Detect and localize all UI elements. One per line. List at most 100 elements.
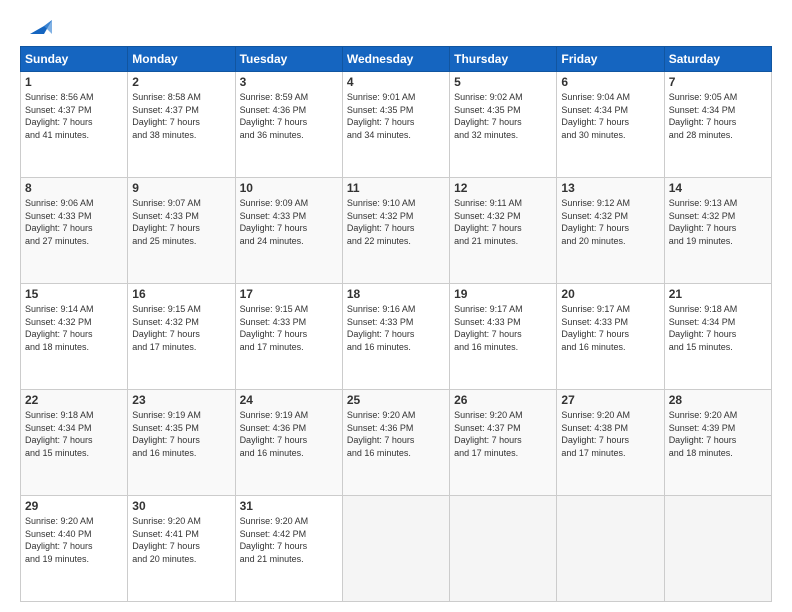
calendar-week-row: 1 Sunrise: 8:56 AM Sunset: 4:37 PM Daylig…	[21, 72, 772, 178]
day-number: 19	[454, 287, 552, 301]
calendar-week-row: 29 Sunrise: 9:20 AM Sunset: 4:40 PM Dayli…	[21, 496, 772, 602]
col-header-friday: Friday	[557, 47, 664, 72]
day-number: 15	[25, 287, 123, 301]
day-info: Sunrise: 9:18 AM Sunset: 4:34 PM Dayligh…	[669, 303, 767, 353]
calendar-cell: 27Sunrise: 9:20 AM Sunset: 4:38 PM Dayli…	[557, 390, 664, 496]
day-info: Sunrise: 9:19 AM Sunset: 4:35 PM Dayligh…	[132, 409, 230, 459]
day-number: 22	[25, 393, 123, 407]
calendar-cell: 11 Sunrise: 9:10 AM Sunset: 4:32 PM Dayli…	[342, 178, 449, 284]
day-number: 8	[25, 181, 123, 195]
day-number: 4	[347, 75, 445, 89]
calendar-cell: 22 Sunrise: 9:18 AM Sunset: 4:34 PM Dayli…	[21, 390, 128, 496]
day-number: 10	[240, 181, 338, 195]
day-info: Sunrise: 9:18 AM Sunset: 4:34 PM Dayligh…	[25, 409, 123, 459]
calendar-cell: 9 Sunrise: 9:07 AM Sunset: 4:33 PM Daylig…	[128, 178, 235, 284]
day-info: Sunrise: 8:59 AM Sunset: 4:36 PM Dayligh…	[240, 91, 338, 141]
day-number: 6	[561, 75, 659, 89]
day-info: Sunrise: 9:16 AM Sunset: 4:33 PM Dayligh…	[347, 303, 445, 353]
day-number: 9	[132, 181, 230, 195]
calendar-cell: 29 Sunrise: 9:20 AM Sunset: 4:40 PM Dayli…	[21, 496, 128, 602]
logo-icon	[22, 16, 52, 40]
calendar-cell: 23Sunrise: 9:19 AM Sunset: 4:35 PM Dayli…	[128, 390, 235, 496]
day-info: Sunrise: 9:19 AM Sunset: 4:36 PM Dayligh…	[240, 409, 338, 459]
day-number: 17	[240, 287, 338, 301]
day-info: Sunrise: 9:20 AM Sunset: 4:37 PM Dayligh…	[454, 409, 552, 459]
day-info: Sunrise: 9:13 AM Sunset: 4:32 PM Dayligh…	[669, 197, 767, 247]
calendar-week-row: 8Sunrise: 9:06 AM Sunset: 4:33 PM Daylig…	[21, 178, 772, 284]
day-info: Sunrise: 9:07 AM Sunset: 4:33 PM Dayligh…	[132, 197, 230, 247]
day-number: 7	[669, 75, 767, 89]
day-info: Sunrise: 9:14 AM Sunset: 4:32 PM Dayligh…	[25, 303, 123, 353]
day-info: Sunrise: 9:09 AM Sunset: 4:33 PM Dayligh…	[240, 197, 338, 247]
calendar-cell: 2 Sunrise: 8:58 AM Sunset: 4:37 PM Daylig…	[128, 72, 235, 178]
day-number: 2	[132, 75, 230, 89]
calendar-cell: 4Sunrise: 9:01 AM Sunset: 4:35 PM Daylig…	[342, 72, 449, 178]
calendar-cell: 1 Sunrise: 8:56 AM Sunset: 4:37 PM Daylig…	[21, 72, 128, 178]
calendar-cell: 6Sunrise: 9:04 AM Sunset: 4:34 PM Daylig…	[557, 72, 664, 178]
day-number: 29	[25, 499, 123, 513]
day-number: 13	[561, 181, 659, 195]
day-number: 31	[240, 499, 338, 513]
calendar-cell: 21 Sunrise: 9:18 AM Sunset: 4:34 PM Dayli…	[664, 284, 771, 390]
calendar-cell: 8Sunrise: 9:06 AM Sunset: 4:33 PM Daylig…	[21, 178, 128, 284]
calendar-cell: 20 Sunrise: 9:17 AM Sunset: 4:33 PM Dayli…	[557, 284, 664, 390]
calendar-cell	[450, 496, 557, 602]
day-number: 3	[240, 75, 338, 89]
calendar-cell: 28 Sunrise: 9:20 AM Sunset: 4:39 PM Dayli…	[664, 390, 771, 496]
day-info: Sunrise: 9:20 AM Sunset: 4:39 PM Dayligh…	[669, 409, 767, 459]
calendar-cell	[557, 496, 664, 602]
day-info: Sunrise: 9:20 AM Sunset: 4:36 PM Dayligh…	[347, 409, 445, 459]
col-header-monday: Monday	[128, 47, 235, 72]
page: SundayMondayTuesdayWednesdayThursdayFrid…	[0, 0, 792, 612]
calendar-cell: 16 Sunrise: 9:15 AM Sunset: 4:32 PM Dayli…	[128, 284, 235, 390]
calendar-table: SundayMondayTuesdayWednesdayThursdayFrid…	[20, 46, 772, 602]
day-number: 25	[347, 393, 445, 407]
calendar-body: 1 Sunrise: 8:56 AM Sunset: 4:37 PM Daylig…	[21, 72, 772, 602]
day-number: 12	[454, 181, 552, 195]
day-info: Sunrise: 9:20 AM Sunset: 4:40 PM Dayligh…	[25, 515, 123, 565]
day-number: 20	[561, 287, 659, 301]
day-info: Sunrise: 9:12 AM Sunset: 4:32 PM Dayligh…	[561, 197, 659, 247]
col-header-sunday: Sunday	[21, 47, 128, 72]
calendar-cell: 17 Sunrise: 9:15 AM Sunset: 4:33 PM Dayli…	[235, 284, 342, 390]
calendar-cell: 30Sunrise: 9:20 AM Sunset: 4:41 PM Dayli…	[128, 496, 235, 602]
col-header-thursday: Thursday	[450, 47, 557, 72]
day-info: Sunrise: 8:58 AM Sunset: 4:37 PM Dayligh…	[132, 91, 230, 141]
day-info: Sunrise: 9:20 AM Sunset: 4:42 PM Dayligh…	[240, 515, 338, 565]
calendar-cell: 10 Sunrise: 9:09 AM Sunset: 4:33 PM Dayli…	[235, 178, 342, 284]
calendar-cell	[664, 496, 771, 602]
calendar-cell	[342, 496, 449, 602]
calendar-cell: 24 Sunrise: 9:19 AM Sunset: 4:36 PM Dayli…	[235, 390, 342, 496]
calendar-cell: 18 Sunrise: 9:16 AM Sunset: 4:33 PM Dayli…	[342, 284, 449, 390]
calendar-cell: 15 Sunrise: 9:14 AM Sunset: 4:32 PM Dayli…	[21, 284, 128, 390]
calendar-cell: 13 Sunrise: 9:12 AM Sunset: 4:32 PM Dayli…	[557, 178, 664, 284]
day-info: Sunrise: 9:10 AM Sunset: 4:32 PM Dayligh…	[347, 197, 445, 247]
day-info: Sunrise: 9:15 AM Sunset: 4:33 PM Dayligh…	[240, 303, 338, 353]
calendar-cell: 26 Sunrise: 9:20 AM Sunset: 4:37 PM Dayli…	[450, 390, 557, 496]
day-number: 18	[347, 287, 445, 301]
day-info: Sunrise: 8:56 AM Sunset: 4:37 PM Dayligh…	[25, 91, 123, 141]
day-number: 28	[669, 393, 767, 407]
day-number: 14	[669, 181, 767, 195]
day-info: Sunrise: 9:17 AM Sunset: 4:33 PM Dayligh…	[561, 303, 659, 353]
calendar-cell: 25 Sunrise: 9:20 AM Sunset: 4:36 PM Dayli…	[342, 390, 449, 496]
calendar-week-row: 15 Sunrise: 9:14 AM Sunset: 4:32 PM Dayli…	[21, 284, 772, 390]
col-header-tuesday: Tuesday	[235, 47, 342, 72]
day-number: 16	[132, 287, 230, 301]
day-number: 24	[240, 393, 338, 407]
calendar-cell: 19 Sunrise: 9:17 AM Sunset: 4:33 PM Dayli…	[450, 284, 557, 390]
calendar-cell: 14 Sunrise: 9:13 AM Sunset: 4:32 PM Dayli…	[664, 178, 771, 284]
calendar-cell: 5Sunrise: 9:02 AM Sunset: 4:35 PM Daylig…	[450, 72, 557, 178]
header	[20, 16, 772, 38]
day-number: 11	[347, 181, 445, 195]
day-number: 1	[25, 75, 123, 89]
day-number: 27	[561, 393, 659, 407]
day-info: Sunrise: 9:02 AM Sunset: 4:35 PM Dayligh…	[454, 91, 552, 141]
day-number: 30	[132, 499, 230, 513]
day-info: Sunrise: 9:17 AM Sunset: 4:33 PM Dayligh…	[454, 303, 552, 353]
day-info: Sunrise: 9:15 AM Sunset: 4:32 PM Dayligh…	[132, 303, 230, 353]
calendar-cell: 3 Sunrise: 8:59 AM Sunset: 4:36 PM Daylig…	[235, 72, 342, 178]
day-number: 26	[454, 393, 552, 407]
day-number: 21	[669, 287, 767, 301]
day-info: Sunrise: 9:05 AM Sunset: 4:34 PM Dayligh…	[669, 91, 767, 141]
